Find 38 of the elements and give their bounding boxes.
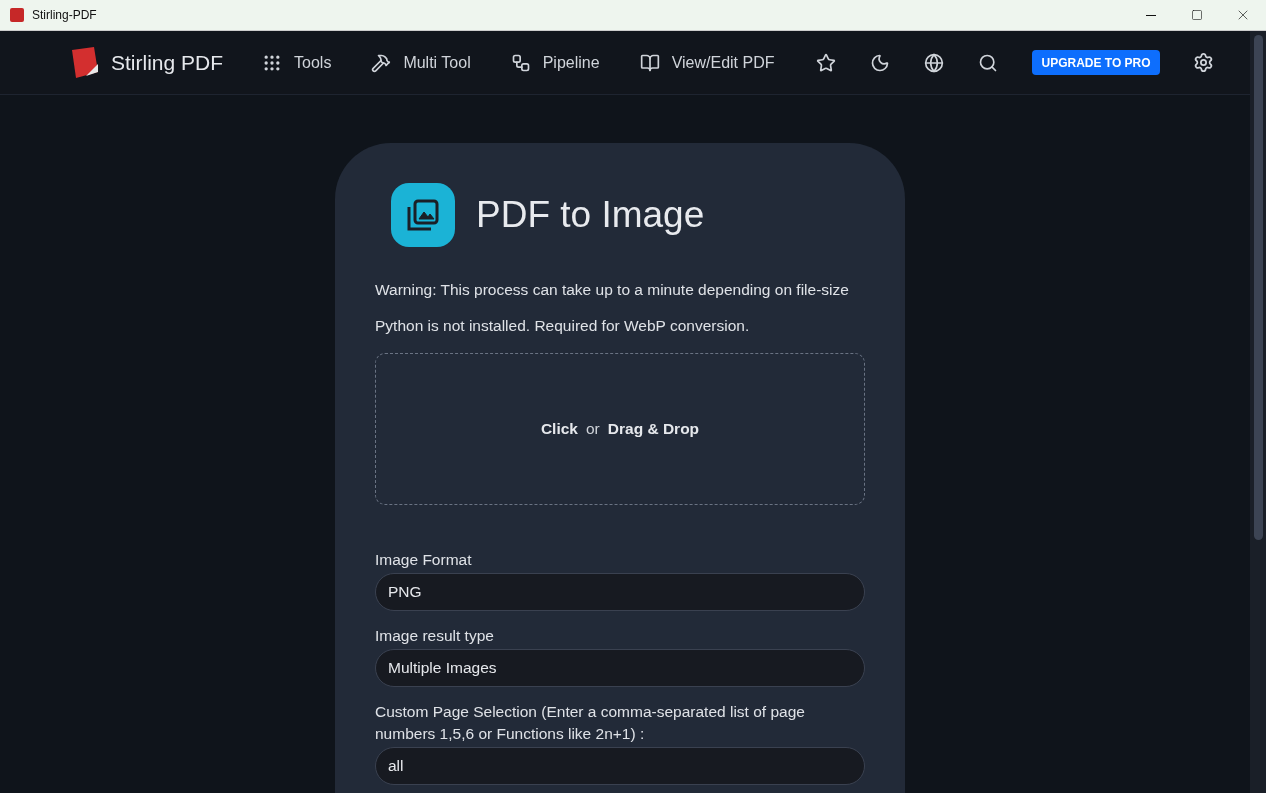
page-title: PDF to Image — [476, 194, 705, 236]
search-icon[interactable] — [978, 52, 999, 73]
nav-label: View/Edit PDF — [671, 53, 775, 72]
app-icon — [10, 8, 24, 22]
book-icon — [639, 52, 660, 73]
logo-icon — [70, 46, 100, 79]
upgrade-button[interactable]: UPGRADE TO PRO — [1032, 50, 1160, 75]
info-text: Python is not installed. Required for WebP conversion. — [375, 317, 751, 335]
or-text: or — [586, 420, 600, 438]
nav-link[interactable]: Tools — [262, 52, 332, 73]
images-icon — [391, 183, 455, 247]
maximize-icon — [1191, 9, 1203, 21]
nav-link[interactable]: Multi Tool — [371, 52, 471, 73]
minimize-icon — [1146, 14, 1156, 16]
star-icon[interactable] — [816, 52, 837, 73]
nav-link[interactable]: Pipeline — [510, 52, 600, 73]
moon-icon[interactable] — [870, 52, 891, 73]
field-label: Custom Page Selection (Enter a comma-separated list of page numbers 1,5,6 or Functions like 2n+1) : — [375, 702, 806, 744]
input-field[interactable]: Multiple Images — [375, 649, 865, 687]
input-field[interactable]: PNG — [375, 573, 865, 611]
nav-label: Tools — [294, 53, 332, 72]
workflow-icon — [510, 52, 531, 73]
file-dropzone[interactable]: Click or Drag & Drop — [375, 353, 865, 505]
hammer-icon — [371, 52, 392, 73]
globe-icon[interactable] — [924, 52, 945, 73]
field-label: Image result type — [375, 626, 495, 646]
click-text: Click — [540, 420, 578, 438]
brand-name[interactable]: Stirling PDF — [111, 50, 224, 75]
settings-icon[interactable] — [1192, 52, 1214, 73]
nav-label: Pipeline — [542, 53, 600, 72]
scrollbar[interactable] — [1250, 31, 1266, 793]
nav-link[interactable]: View/Edit PDF — [639, 52, 775, 73]
info-text: Warning: This process can take up to a minute depending on file-size — [375, 281, 850, 299]
drag-drop-text: Drag & Drop — [607, 420, 700, 438]
input-field[interactable]: all — [375, 747, 865, 785]
nav-label: Multi Tool — [403, 53, 471, 72]
field-label: Image Format — [375, 550, 473, 570]
window-title: Stirling-PDF — [32, 8, 97, 22]
